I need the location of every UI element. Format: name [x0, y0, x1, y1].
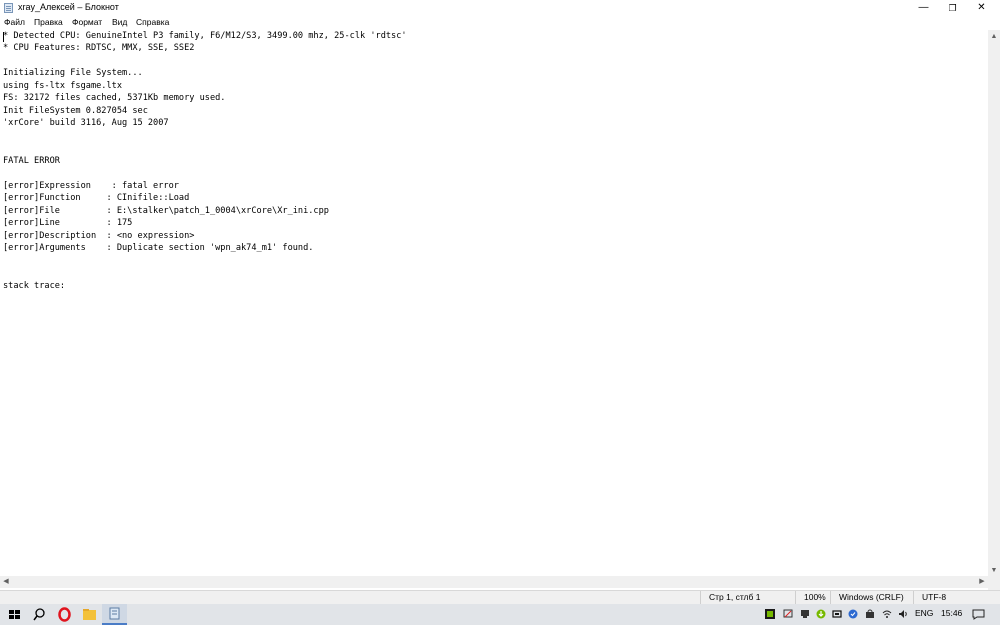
scroll-up-arrow-icon[interactable]: ▲	[988, 32, 1000, 42]
notepad-taskbar-icon	[109, 607, 120, 620]
text-editor[interactable]	[0, 30, 988, 590]
folder-icon	[83, 609, 96, 620]
menu-help[interactable]: Справка	[136, 17, 169, 27]
text-line: stack trace:	[3, 281, 66, 291]
text-line: * Detected CPU: GenuineIntel P3 family, …	[3, 31, 407, 41]
text-line: [error]Expression : fatal error	[3, 181, 179, 191]
line-endings: Windows (CRLF)	[830, 591, 913, 605]
file-explorer-taskbar-button[interactable]	[77, 604, 102, 625]
notification-icon	[972, 609, 985, 620]
text-line: Init FileSystem 0.827054 sec	[3, 106, 148, 116]
text-line: Initializing File System...	[3, 68, 143, 78]
display-tray-icon[interactable]	[800, 609, 810, 619]
text-line: 'xrCore' build 3116, Aug 15 2007	[3, 118, 169, 128]
opera-icon	[58, 607, 71, 622]
cursor-position: Стр 1, стлб 1	[700, 591, 795, 605]
text-line: * CPU Features: RDTSC, MMX, SSE, SSE2	[3, 43, 195, 53]
text-line: [error]Function : CInifile::Load	[3, 193, 190, 203]
menu-format[interactable]: Формат	[72, 17, 102, 27]
input-language[interactable]: ENG	[915, 608, 933, 618]
shield-tray-icon[interactable]	[848, 609, 858, 619]
nvidia-tray-icon[interactable]	[765, 609, 775, 619]
text-line: [error]Line : 175	[3, 218, 133, 228]
menu-file[interactable]: Файл	[4, 17, 25, 27]
search-button[interactable]	[27, 604, 52, 625]
volume-tray-icon[interactable]	[898, 609, 908, 619]
search-icon	[33, 608, 45, 621]
text-line: [error]Description : <no expression>	[3, 231, 195, 241]
notepad-taskbar-button[interactable]	[102, 604, 127, 625]
clock[interactable]: 15:46	[941, 608, 962, 618]
network-tray-icon[interactable]	[783, 609, 793, 619]
horizontal-scrollbar[interactable]: ◀ ▶	[0, 576, 988, 588]
text-line: [error]Arguments : Duplicate section 'wp…	[3, 243, 314, 253]
scroll-down-arrow-icon[interactable]: ▼	[988, 566, 1000, 576]
text-line: FS: 32172 files cached, 5371Kb memory us…	[3, 93, 226, 103]
monitor-tray-icon[interactable]	[832, 609, 842, 619]
encoding: UTF-8	[913, 591, 1000, 605]
text-line: [error]File : E:\stalker\patch_1_0004\xr…	[3, 206, 329, 216]
zoom-level: 100%	[795, 591, 830, 605]
title-bar: xray_Алексей – Блокнот — ❐ ✕	[0, 0, 1000, 16]
menu-view[interactable]: Вид	[112, 17, 127, 27]
text-line: using fs-ltx fsgame.ltx	[3, 81, 122, 91]
menu-bar: Файл Правка Формат Вид Справка	[0, 16, 1000, 30]
start-button[interactable]	[2, 604, 27, 625]
maximize-button[interactable]: ❐	[938, 0, 967, 16]
taskbar: ENG 15:46	[0, 604, 1000, 625]
menu-edit[interactable]: Правка	[34, 17, 63, 27]
close-button[interactable]: ✕	[967, 0, 996, 16]
action-center-button[interactable]	[972, 608, 985, 621]
vertical-scrollbar[interactable]: ▲ ▼	[988, 30, 1000, 590]
window-title: xray_Алексей – Блокнот	[18, 2, 119, 12]
text-line: FATAL ERROR	[3, 156, 60, 166]
scroll-right-arrow-icon[interactable]: ▶	[976, 577, 988, 587]
status-bar: Стр 1, стлб 1 100% Windows (CRLF) UTF-8	[0, 590, 1000, 605]
security-tray-icon[interactable]	[865, 609, 875, 619]
scroll-left-arrow-icon[interactable]: ◀	[0, 577, 12, 587]
wifi-tray-icon[interactable]	[882, 609, 892, 619]
minimize-button[interactable]: —	[909, 0, 938, 16]
scrollbar-corner	[988, 576, 1000, 588]
opera-taskbar-button[interactable]	[52, 604, 77, 625]
windows-logo-icon	[9, 610, 20, 619]
torrent-tray-icon[interactable]	[816, 609, 826, 619]
notepad-icon	[4, 3, 13, 13]
